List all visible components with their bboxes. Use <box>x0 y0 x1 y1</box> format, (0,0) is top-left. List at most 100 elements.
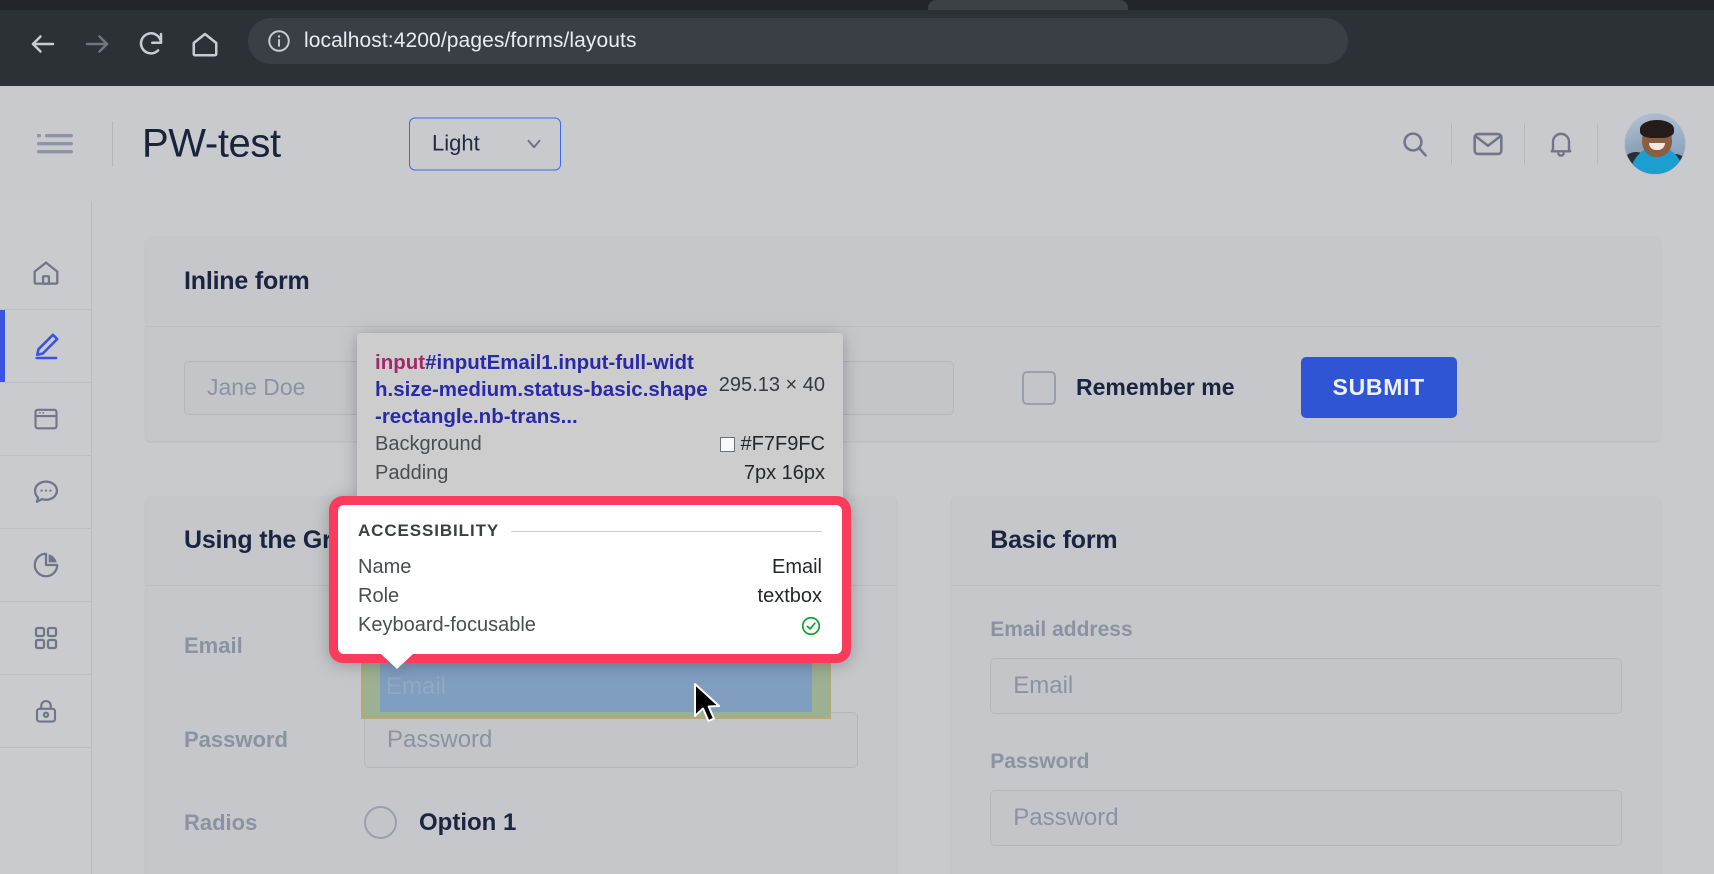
a11y-name-key: Name <box>358 556 412 579</box>
page-body: Inline form Jane Doe Remember me SUBMIT <box>0 201 1714 874</box>
basic-form-title: Basic form <box>990 526 1118 554</box>
remember-me-checkbox[interactable]: Remember me <box>1022 370 1235 405</box>
accessibility-title-text: ACCESSIBILITY <box>358 521 500 541</box>
remember-me-label: Remember me <box>1076 374 1235 400</box>
grid-radios-label: Radios <box>184 809 258 835</box>
theme-select[interactable]: Light <box>409 117 561 170</box>
highlight-content-box[interactable]: Email <box>380 662 812 712</box>
notifications-button[interactable] <box>1525 118 1597 170</box>
app-brand-title: PW-test <box>142 121 281 165</box>
home-icon <box>33 261 59 285</box>
address-bar[interactable]: localhost:4200/pages/forms/layouts <box>248 18 1348 64</box>
basic-password-placeholder: Password <box>1013 804 1119 831</box>
app-header: PW-test Light <box>0 86 1714 201</box>
basic-password-label: Password <box>990 750 1090 773</box>
email-button[interactable] <box>1452 118 1524 170</box>
radio-circle <box>364 806 397 839</box>
bell-icon <box>1550 132 1572 157</box>
accessibility-rule <box>511 530 822 532</box>
browser-tab-active[interactable] <box>928 0 1128 10</box>
header-divider <box>112 120 113 167</box>
radio-option-1[interactable]: Option 1 <box>364 806 858 839</box>
highlight-padding-box: Email <box>363 657 829 717</box>
pencil-icon <box>35 333 59 360</box>
a11y-row-keyboard-focusable: Keyboard-focusable <box>358 611 822 640</box>
submit-button[interactable]: SUBMIT <box>1300 357 1457 418</box>
reload-button[interactable] <box>124 20 178 68</box>
tooltip-selector-tag: input <box>375 351 426 374</box>
a11y-role-value: textbox <box>757 585 822 608</box>
home-icon <box>192 32 218 57</box>
info-circle-icon <box>268 30 290 52</box>
search-button[interactable] <box>1379 118 1451 170</box>
basic-password-input[interactable]: Password <box>990 790 1622 846</box>
tooltip-prop-background-key: Background <box>375 433 482 456</box>
tooltip-prop-background-value: #F7F9FC <box>719 433 825 456</box>
a11y-name-value: Email <box>771 556 822 579</box>
grid-password-placeholder: Password <box>387 726 493 753</box>
sidebar <box>0 201 92 874</box>
sidebar-item-modal-overlays[interactable] <box>0 456 92 529</box>
tooltip-selector-row: input#inputEmail1.input-full-width.size-… <box>375 349 825 430</box>
home-button[interactable] <box>178 20 232 68</box>
browser-nav-buttons <box>16 20 232 68</box>
pie-chart-icon <box>33 552 59 578</box>
hamburger-icon <box>37 133 73 153</box>
a11y-row-role: Role textbox <box>358 582 822 611</box>
grid-email-placeholder-highlighted: Email <box>386 673 447 700</box>
lock-icon <box>35 700 57 723</box>
grid-form-row-password: Password Password <box>184 712 859 768</box>
basic-password-group: Password Password <box>990 750 1622 846</box>
a11y-role-key: Role <box>358 585 400 608</box>
basic-form-body: Email address Email Password Password <box>952 586 1660 874</box>
browser-chrome: localhost:4200/pages/forms/layouts <box>0 0 1714 86</box>
theme-select-value: Light <box>432 130 480 156</box>
tooltip-background-hex: #F7F9FC <box>740 433 825 456</box>
sidebar-item-ui-features[interactable] <box>0 383 92 456</box>
tooltip-pointer-tail <box>381 654 413 670</box>
a11y-row-name: Name Email <box>358 553 822 582</box>
a11y-keyboard-focusable-value <box>800 615 822 637</box>
basic-email-group: Email address Email <box>990 618 1622 714</box>
devtools-inspect-tooltip: input#inputEmail1.input-full-width.size-… <box>329 333 851 670</box>
screen: localhost:4200/pages/forms/layouts PW-te… <box>0 0 1714 874</box>
tooltip-dimensions: 295.13 × 40 <box>718 374 825 396</box>
email-icon <box>1473 132 1503 155</box>
avatar[interactable] <box>1624 112 1686 175</box>
site-info-icon[interactable] <box>262 24 296 58</box>
sidebar-item-charts[interactable] <box>0 529 92 602</box>
inline-name-placeholder: Jane Doe <box>207 374 306 400</box>
tooltip-prop-padding-key: Padding <box>375 462 449 485</box>
forward-button[interactable] <box>70 20 124 68</box>
basic-email-label: Email address <box>990 618 1133 641</box>
grid-password-label: Password <box>184 727 288 752</box>
header-actions <box>1379 112 1686 175</box>
inspected-element-highlight: Email <box>361 655 831 719</box>
grid-icon <box>34 626 58 650</box>
grid-password-field: Password <box>364 712 859 768</box>
sidebar-item-home[interactable] <box>0 237 92 310</box>
inline-form-title: Inline form <box>184 267 310 295</box>
check-circle-icon <box>801 616 821 635</box>
layout-window-icon <box>34 408 58 430</box>
reload-icon <box>139 32 163 55</box>
arrow-left-icon <box>31 35 55 53</box>
tooltip-prop-padding-value: 7px 16px <box>743 462 825 485</box>
accessibility-highlight-ring: ACCESSIBILITY Name Email Role textbox Ke… <box>329 496 851 670</box>
tooltip-selector-rest: #inputEmail1.input-full-width.size-mediu… <box>375 351 708 429</box>
sidebar-item-extra-components[interactable] <box>0 602 92 675</box>
sidebar-item-forms[interactable] <box>0 310 92 383</box>
tooltip-top-section: input#inputEmail1.input-full-width.size-… <box>357 333 843 499</box>
sidebar-item-auth[interactable] <box>0 675 92 748</box>
basic-email-input[interactable]: Email <box>990 658 1622 714</box>
back-button[interactable] <box>16 20 70 68</box>
radio-option-1-label: Option 1 <box>419 808 517 836</box>
accessibility-heading: ACCESSIBILITY <box>358 521 822 541</box>
accessibility-section: ACCESSIBILITY Name Email Role textbox Ke… <box>338 505 842 655</box>
tooltip-prop-background: Background #F7F9FC <box>375 430 825 459</box>
grid-password-input[interactable]: Password <box>364 712 859 768</box>
menu-toggle-button[interactable] <box>32 124 78 164</box>
url-text: localhost:4200/pages/forms/layouts <box>304 29 637 52</box>
a11y-keyboard-focusable-key: Keyboard-focusable <box>358 614 536 637</box>
